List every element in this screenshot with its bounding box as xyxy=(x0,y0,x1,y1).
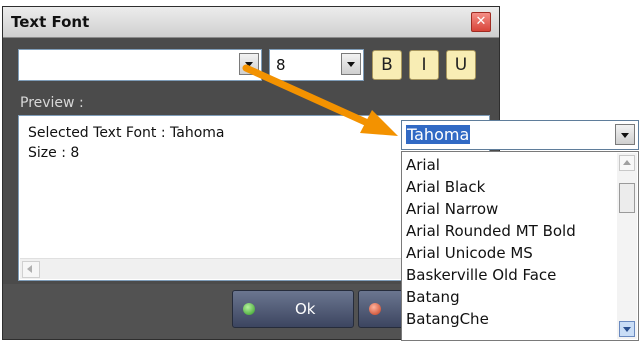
font-list-item[interactable]: Arial Rounded MT Bold xyxy=(406,222,576,240)
scroll-down-icon[interactable] xyxy=(619,321,635,337)
scroll-up-icon[interactable] xyxy=(619,155,635,171)
font-list-item[interactable]: Arial xyxy=(406,156,440,174)
font-dropdown-toggle[interactable] xyxy=(615,124,635,145)
font-list-item[interactable]: Arial Unicode MS xyxy=(406,244,533,262)
font-list-item[interactable]: Arial Narrow xyxy=(406,200,498,218)
font-dropdown-selected: Tahoma xyxy=(406,125,471,144)
font-list-item[interactable]: Batang xyxy=(406,288,460,306)
font-list-item[interactable]: BatangChe xyxy=(406,310,489,328)
font-dropdown-combo[interactable]: Tahoma xyxy=(401,120,639,150)
scroll-thumb[interactable] xyxy=(619,183,635,213)
font-list-item[interactable]: Arial Black xyxy=(406,178,485,196)
vertical-scrollbar[interactable] xyxy=(617,153,637,339)
font-list-item[interactable]: Baskerville Old Face xyxy=(406,266,556,284)
font-list[interactable]: Arial Arial Black Arial Narrow Arial Rou… xyxy=(401,151,639,341)
